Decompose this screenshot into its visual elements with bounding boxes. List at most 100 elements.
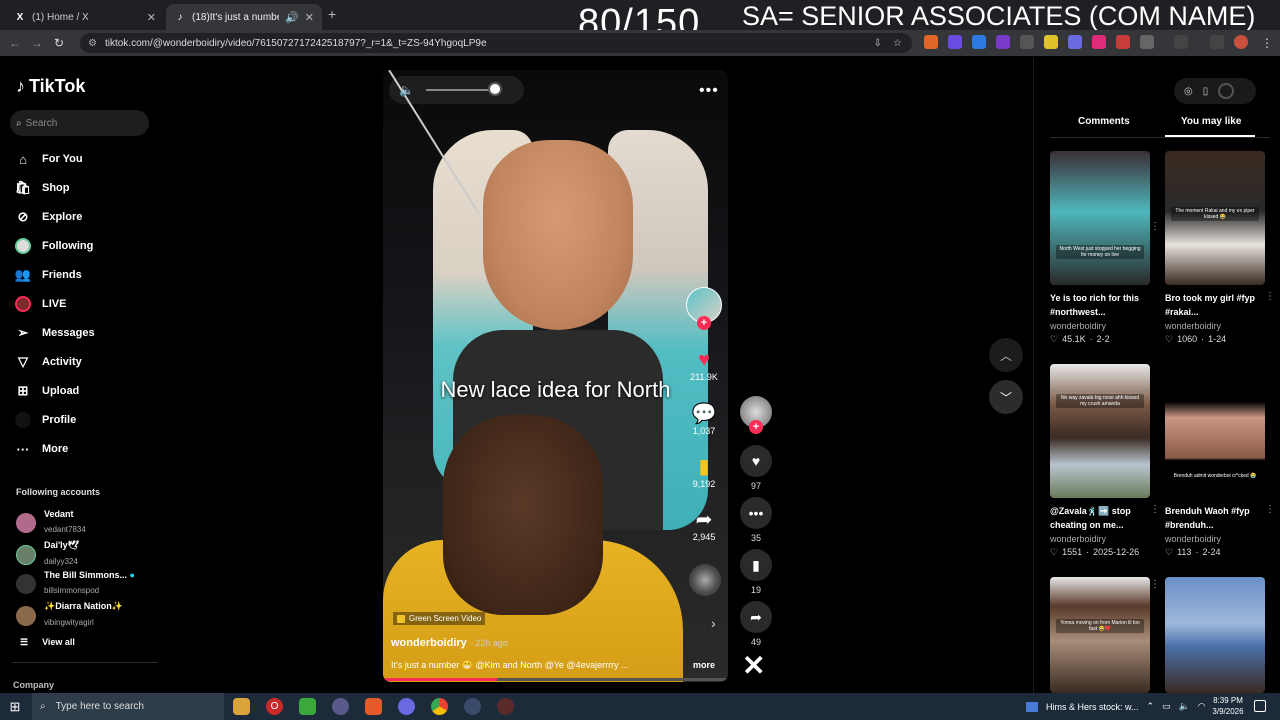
card-more-icon[interactable]: ⋮	[1150, 579, 1160, 590]
video-author[interactable]: wonderboidiry · 22h ago	[391, 637, 508, 649]
share-button[interactable]: ➦	[740, 601, 772, 633]
video-thumbnail[interactable]: North West just stopped her begging for …	[1050, 151, 1150, 285]
save-action[interactable]: ▮ 9,192	[688, 457, 720, 489]
volume-slider[interactable]	[425, 82, 502, 96]
video-thumbnail[interactable]: No way zavala big nose ahh kissed my cru…	[1050, 364, 1150, 498]
tab-tiktok-video[interactable]: ♪ (18)It's just a number 🔊 ✕	[166, 4, 322, 30]
bookmark-star-icon[interactable]: ☆	[893, 38, 902, 49]
extension-icon[interactable]	[972, 35, 986, 49]
card-title[interactable]: Bro took my girl #fyp #rakai...	[1165, 291, 1255, 319]
sidebar-item-live[interactable]: LIVE	[14, 295, 66, 313]
card-more-icon[interactable]: ⋮	[1150, 221, 1160, 232]
account-item[interactable]: Vedant vedant7834	[16, 509, 86, 537]
volume-icon[interactable]: 🔈	[399, 83, 414, 97]
bookmark-icon[interactable]: ▮	[698, 457, 709, 477]
card-author[interactable]: wonderboidiry	[1165, 534, 1265, 544]
sidebar-item-activity[interactable]: ▽ Activity	[14, 353, 82, 371]
video-thumbnail[interactable]: Brenduh admit wonderboi cr*cked 😭	[1165, 364, 1265, 498]
forward-icon[interactable]: →	[26, 36, 48, 50]
browser-menu-icon[interactable]: ⋮	[1256, 36, 1278, 50]
company-link[interactable]: Company	[13, 680, 54, 690]
card-more-icon[interactable]: ⋮	[1265, 504, 1275, 515]
app-icon[interactable]	[464, 698, 481, 715]
new-tab-button[interactable]: +	[328, 6, 336, 22]
comment-action[interactable]: 💬 1,037	[688, 404, 720, 436]
tab-comments[interactable]: Comments	[1078, 116, 1130, 127]
sidebar-item-profile[interactable]: Profile	[14, 411, 76, 429]
author-name[interactable]: wonderboidiry	[391, 637, 467, 649]
card-author[interactable]: wonderboidiry	[1050, 534, 1150, 544]
video-card[interactable]: Yonna moving on from Marion lil too fast…	[1050, 577, 1160, 693]
extension-icon[interactable]	[924, 35, 938, 49]
video-card[interactable]: Brenduh admit wonderboi cr*cked 😭 ⋮ Bren…	[1165, 364, 1275, 558]
account-item[interactable]: ✨Diarra Nation✨ vibingwityagirl	[16, 601, 123, 630]
music-disc-icon[interactable]	[689, 564, 721, 596]
comment-icon[interactable]: 💬	[692, 404, 717, 424]
extension-icon[interactable]	[1068, 35, 1082, 49]
card-author[interactable]: wonderboidiry	[1050, 321, 1150, 331]
tab-x-home[interactable]: X (1) Home / X ✕	[6, 4, 164, 30]
previous-video-button[interactable]: ︿	[989, 338, 1023, 372]
news-icon[interactable]	[1026, 701, 1038, 712]
profile-avatar-icon[interactable]	[1234, 35, 1248, 49]
taskbar-search-input[interactable]: ⌕ Type here to search	[32, 693, 224, 720]
green-screen-badge[interactable]: Green Screen Video	[393, 612, 486, 625]
account-item[interactable]: Dai'ly🕊 dailyy324	[16, 540, 79, 569]
volume-slider-knob[interactable]	[487, 82, 502, 96]
extension-icon[interactable]	[1044, 35, 1058, 49]
video-card[interactable]: No way zavala big nose ahh kissed my cru…	[1050, 364, 1160, 558]
video-card[interactable]: The moment Rakai and my ex piper kissed …	[1165, 151, 1275, 345]
tiktok-logo[interactable]: ♪ TikTok	[16, 76, 85, 97]
volume-control[interactable]: 🔈	[389, 76, 524, 104]
windows-start-icon[interactable]: ⊞	[0, 693, 30, 720]
extension-icon[interactable]	[1116, 35, 1130, 49]
tab-you-may-like[interactable]: You may like	[1164, 116, 1256, 137]
video-card[interactable]: North West just stopped her begging for …	[1050, 151, 1160, 345]
opera-icon[interactable]: O	[266, 698, 283, 715]
card-author[interactable]: wonderboidiry	[1165, 321, 1265, 331]
close-tab-icon[interactable]: ✕	[305, 11, 314, 24]
sidebar-item-messages[interactable]: ➢ Messages	[14, 324, 95, 342]
like-button[interactable]: ♥	[740, 445, 772, 477]
card-more-icon[interactable]: ⋮	[1265, 291, 1275, 302]
chevron-up-icon[interactable]: ⌃	[1147, 701, 1155, 712]
card-title[interactable]: @Zavala🕺🏿➡️ stop cheating on me...	[1050, 504, 1140, 532]
video-thumbnail[interactable]	[1165, 577, 1265, 693]
share-icon[interactable]: ➦	[696, 510, 713, 530]
side-panel-icon[interactable]	[1174, 35, 1188, 49]
notification-icon[interactable]	[1254, 700, 1266, 712]
video-thumbnail[interactable]: The moment Rakai and my ex piper kissed …	[1165, 151, 1265, 285]
video-card[interactable]	[1165, 577, 1265, 693]
wifi-icon[interactable]: ◠	[1198, 701, 1206, 712]
sidebar-item-following[interactable]: Following	[14, 237, 93, 255]
compass-icon[interactable]: ◎	[1184, 86, 1193, 97]
network-icon[interactable]: ▭	[1162, 701, 1171, 712]
extension-icon[interactable]	[948, 35, 962, 49]
extension-icon[interactable]	[996, 35, 1010, 49]
site-info-icon[interactable]: ⚙	[88, 38, 97, 49]
card-more-icon[interactable]: ⋮	[1150, 504, 1160, 515]
comment-button[interactable]: •••	[740, 497, 772, 529]
lock-app-icon[interactable]	[299, 698, 316, 715]
system-clock[interactable]: 8:39 PM 3/9/2026	[1208, 695, 1248, 717]
search-input[interactable]: ⌕ Search	[10, 110, 149, 136]
view-all-button[interactable]: ☰ View all	[20, 637, 75, 648]
account-item[interactable]: The Bill Simmons... ● billsimmonspod	[16, 570, 135, 598]
video-more-options-icon[interactable]: •••	[699, 82, 719, 100]
extensions-puzzle-icon[interactable]	[1140, 35, 1154, 49]
brave-icon[interactable]	[365, 698, 382, 715]
sidebar-item-friends[interactable]: 👥 Friends	[14, 266, 82, 284]
app-icon[interactable]	[332, 698, 349, 715]
next-video-button[interactable]: ﹀	[989, 380, 1023, 414]
card-title[interactable]: Ye is too rich for this #northwest...	[1050, 291, 1140, 319]
card-title[interactable]: Brenduh Waoh #fyp #brenduh...	[1165, 504, 1255, 532]
device-icon[interactable]: ▯	[1203, 86, 1209, 97]
back-icon[interactable]: ←	[4, 36, 26, 50]
sidebar-item-shop[interactable]: 🛍 Shop	[14, 179, 70, 197]
video-thumbnail[interactable]: Yonna moving on from Marion lil too fast…	[1050, 577, 1150, 693]
chevron-right-icon[interactable]: ›	[711, 615, 716, 631]
discord-icon[interactable]	[398, 698, 415, 715]
follow-plus-icon[interactable]: +	[697, 316, 711, 330]
volume-icon[interactable]: 🔈	[1179, 701, 1190, 712]
video-player[interactable]: New lace idea for North 🔈 ••• Green Scre…	[383, 70, 728, 682]
